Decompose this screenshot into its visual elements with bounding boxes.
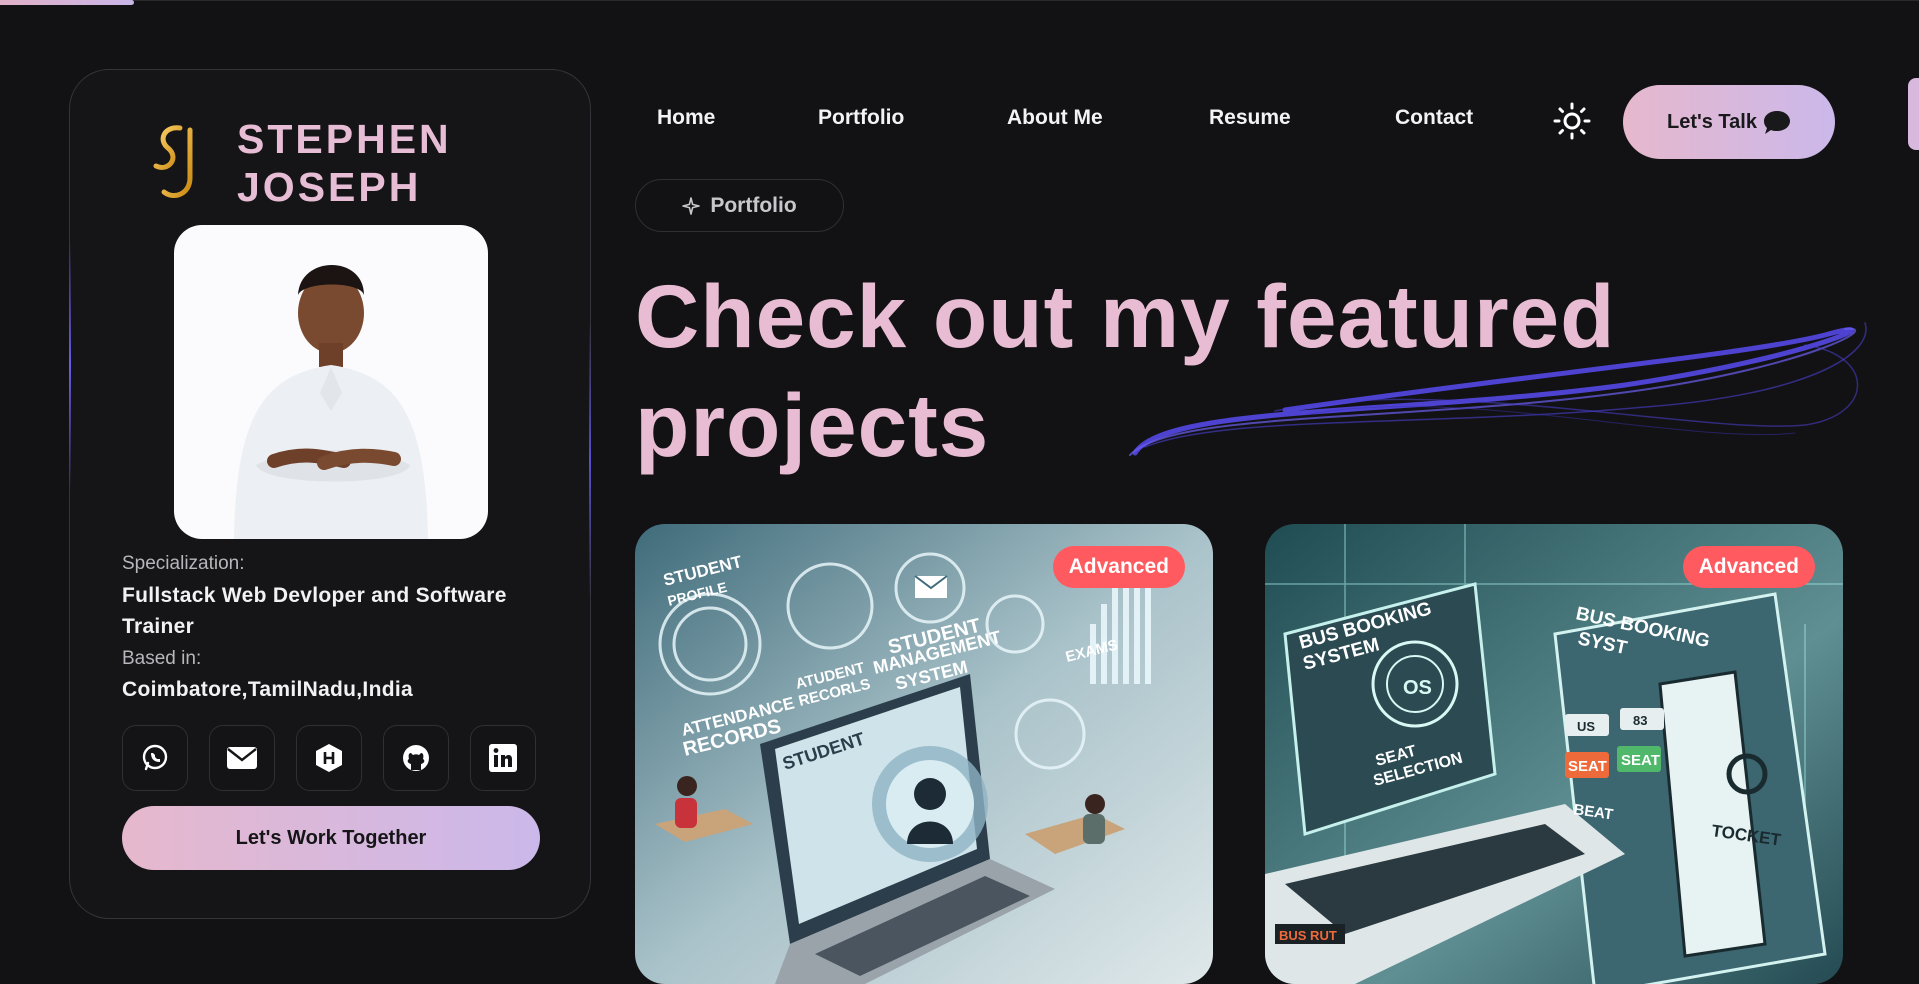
art-label: OS	[1403, 677, 1432, 699]
art-label: SEAT	[1568, 758, 1607, 775]
lets-talk-button[interactable]: Let's Talk	[1623, 85, 1835, 159]
theme-toggle-button[interactable]	[1552, 101, 1592, 141]
profile-card: STEPHEN JOSEPH Specialization: Fullstack…	[69, 69, 591, 919]
profile-name-last: JOSEPH	[237, 164, 422, 210]
profile-name-first: STEPHEN	[237, 116, 452, 162]
hashnode-icon	[316, 744, 342, 772]
sj-logo	[153, 125, 193, 198]
profile-photo	[174, 225, 488, 539]
difficulty-badge: Advanced	[1052, 546, 1185, 588]
side-drawer-tab[interactable]	[1908, 78, 1919, 150]
art-label: SEAT	[1621, 752, 1660, 769]
project-card-student-management[interactable]: STUDENT PROFILE ATUDENT RECORLS STUDENT …	[635, 524, 1213, 984]
section-pill: Portfolio	[635, 179, 844, 232]
headline-line-2: projects	[635, 375, 990, 475]
based-in-value: Coimbatore,TamilNadu,India	[122, 678, 413, 701]
github-link[interactable]	[383, 725, 449, 791]
specialization-label: Specialization:	[122, 553, 245, 574]
scroll-progress-track	[0, 0, 1919, 1]
lets-talk-label: Let's Talk	[1667, 110, 1757, 133]
specialization-value: Fullstack Web Devloper and Software Trai…	[122, 584, 507, 638]
scroll-progress-bar	[0, 0, 135, 5]
linkedin-link[interactable]	[470, 725, 536, 791]
project-image-student-management: STUDENT PROFILE ATUDENT RECORLS STUDENT …	[635, 524, 1213, 984]
project-image-bus-booking: BUS BOOKING SYSTEM OS SEAT SELECTION BUS…	[1265, 524, 1843, 984]
art-label: BUS RUT	[1279, 928, 1337, 943]
art-label: 83	[1633, 713, 1647, 728]
sun-icon	[1553, 102, 1591, 140]
page-headline: Check out my featured projects	[635, 262, 1835, 480]
linkedin-icon	[489, 744, 517, 772]
nav-resume[interactable]: Resume	[1209, 106, 1291, 130]
nav-home[interactable]: Home	[657, 106, 715, 130]
whatsapp-icon	[142, 744, 168, 771]
github-icon	[403, 745, 429, 771]
card-accent-line	[589, 320, 591, 600]
mail-icon	[227, 747, 257, 769]
based-in-label: Based in:	[122, 648, 202, 669]
chat-bubble-icon	[1763, 111, 1790, 134]
hashnode-link[interactable]	[296, 725, 362, 791]
nav-contact[interactable]: Contact	[1395, 106, 1473, 130]
whatsapp-link[interactable]	[122, 725, 188, 791]
difficulty-badge: Advanced	[1682, 546, 1815, 588]
email-link[interactable]	[209, 725, 275, 791]
card-accent-line	[69, 240, 71, 490]
section-pill-label: Portfolio	[710, 193, 797, 217]
nav-about-me[interactable]: About Me	[1007, 106, 1103, 130]
project-card-bus-booking[interactable]: BUS BOOKING SYSTEM OS SEAT SELECTION BUS…	[1265, 524, 1843, 984]
nav-portfolio[interactable]: Portfolio	[818, 106, 904, 130]
art-label: US	[1577, 719, 1595, 734]
lets-work-together-button[interactable]: Let's Work Together	[122, 806, 540, 870]
headline-line-1: Check out my featured	[635, 266, 1616, 366]
sparkle-icon	[682, 196, 701, 215]
